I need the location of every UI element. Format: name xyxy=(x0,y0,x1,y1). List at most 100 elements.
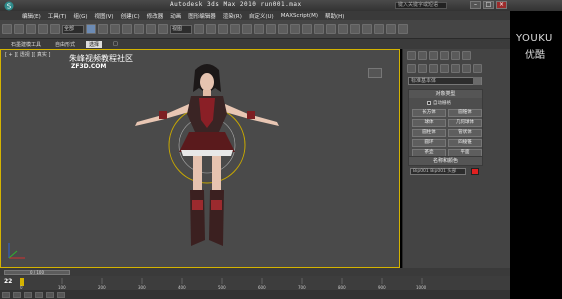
minimize-button[interactable]: – xyxy=(470,1,481,9)
selection-filter-dropdown[interactable]: 全部 xyxy=(62,24,84,34)
character-model[interactable] xyxy=(1,50,400,268)
rollout-title[interactable]: 名称和颜色 xyxy=(409,157,482,165)
auto-key-icon[interactable] xyxy=(35,291,43,298)
edit-named-selection-icon[interactable] xyxy=(278,24,288,34)
rectangle-selection-icon[interactable] xyxy=(110,24,120,34)
menu-view[interactable]: 视图(V) xyxy=(95,12,114,20)
track-bar[interactable] xyxy=(0,276,510,290)
ribbon-tabs: 石墨建模工具 自由形式 选择 □ xyxy=(0,39,510,49)
graphite-toggle-icon[interactable] xyxy=(326,24,336,34)
percent-snap-icon[interactable] xyxy=(254,24,264,34)
maxscript-listener-icon[interactable] xyxy=(2,291,10,298)
status-bar xyxy=(0,290,510,299)
menu-group[interactable]: 组(G) xyxy=(73,12,87,20)
material-editor-icon[interactable] xyxy=(362,24,372,34)
tab-graphite-modeling[interactable]: 石墨建模工具 xyxy=(8,41,44,48)
menu-animation[interactable]: 动画 xyxy=(170,12,181,20)
create-tab-icon[interactable] xyxy=(407,51,416,60)
window-title: Autodesk 3ds Max 2010 run001.max xyxy=(170,1,302,8)
redo-icon[interactable] xyxy=(14,24,24,34)
tab-freeform[interactable]: 自由形式 xyxy=(52,41,78,48)
select-object-icon[interactable] xyxy=(86,24,96,34)
utilities-tab-icon[interactable] xyxy=(462,51,471,60)
autogrid-checkbox[interactable] xyxy=(427,101,431,105)
object-color-swatch[interactable] xyxy=(471,168,479,175)
cameras-icon[interactable] xyxy=(440,64,449,73)
helpers-icon[interactable] xyxy=(451,64,460,73)
modify-tab-icon[interactable] xyxy=(418,51,427,60)
tube-button[interactable]: 管状体 xyxy=(448,129,482,137)
menu-edit[interactable]: 编辑(E) xyxy=(22,12,41,20)
spinner-snap-icon[interactable] xyxy=(266,24,276,34)
curve-editor-icon[interactable] xyxy=(338,24,348,34)
box-button[interactable]: 长方体 xyxy=(412,109,446,117)
tab-selection[interactable]: 选择 xyxy=(86,40,103,48)
menu-help[interactable]: 帮助(H) xyxy=(325,12,344,20)
window-crossing-icon[interactable] xyxy=(122,24,132,34)
systems-icon[interactable] xyxy=(473,64,482,73)
select-by-name-icon[interactable] xyxy=(98,24,108,34)
close-button[interactable]: × xyxy=(496,1,507,9)
cone-button[interactable]: 圆锥体 xyxy=(448,109,482,117)
current-frame: 22 xyxy=(4,278,13,285)
selection-lock-icon[interactable] xyxy=(13,291,21,298)
object-category-dropdown[interactable]: 标准基本体 xyxy=(408,77,482,85)
menu-create[interactable]: 创建(C) xyxy=(121,12,140,20)
render-production-icon[interactable] xyxy=(398,24,408,34)
youku-logo-text: YOUKU xyxy=(516,33,553,44)
link-icon[interactable] xyxy=(26,24,36,34)
layer-manager-icon[interactable] xyxy=(314,24,324,34)
menu-tools[interactable]: 工具(T) xyxy=(48,12,67,20)
cylinder-button[interactable]: 圆柱体 xyxy=(412,129,446,137)
main-toolbar: 全部 视图 xyxy=(0,20,510,39)
motion-tab-icon[interactable] xyxy=(440,51,449,60)
rollout-title[interactable]: 对象类型 xyxy=(409,90,482,98)
object-name-input[interactable]: Bip001 Bip001 头部 xyxy=(410,168,466,175)
rendered-frame-icon[interactable] xyxy=(386,24,396,34)
time-bar xyxy=(0,268,510,276)
app-logo-icon[interactable]: S xyxy=(0,0,18,11)
torus-button[interactable]: 圆环 xyxy=(412,139,446,147)
menu-maxscript[interactable]: MAXScript(M) xyxy=(281,13,318,19)
unlink-icon[interactable] xyxy=(38,24,48,34)
geometry-icon[interactable] xyxy=(407,64,416,73)
tab-ribbon-toggle[interactable]: □ xyxy=(110,41,121,47)
bind-spacewarp-icon[interactable] xyxy=(50,24,60,34)
hierarchy-tab-icon[interactable] xyxy=(429,51,438,60)
schematic-view-icon[interactable] xyxy=(350,24,360,34)
sphere-button[interactable]: 球体 xyxy=(412,119,446,127)
geosphere-button[interactable]: 几何球体 xyxy=(448,119,482,127)
absolute-mode-icon[interactable] xyxy=(24,291,32,298)
select-manipulate-icon[interactable] xyxy=(206,24,216,34)
move-icon[interactable] xyxy=(134,24,144,34)
space-warps-icon[interactable] xyxy=(462,64,471,73)
pyramid-button[interactable]: 四棱锥 xyxy=(448,139,482,147)
autogrid-row[interactable]: 自动栅格 xyxy=(427,100,482,106)
set-key-icon[interactable] xyxy=(46,291,54,298)
perspective-viewport[interactable]: [ + ][ 透视 ][ 真实 ] 朱峰视频教程社区 ZF3D.COM xyxy=(0,49,400,268)
align-icon[interactable] xyxy=(302,24,312,34)
time-slider[interactable]: 0 / 100 xyxy=(4,270,70,275)
undo-icon[interactable] xyxy=(2,24,12,34)
scale-icon[interactable] xyxy=(158,24,168,34)
chevron-down-icon[interactable] xyxy=(473,77,481,85)
menu-graph-editors[interactable]: 图形编辑器 xyxy=(188,12,216,20)
reference-coordinate-dropdown[interactable]: 视图 xyxy=(170,24,192,34)
lights-icon[interactable] xyxy=(429,64,438,73)
display-tab-icon[interactable] xyxy=(451,51,460,60)
rotate-icon[interactable] xyxy=(146,24,156,34)
snaps-toggle-icon[interactable] xyxy=(230,24,240,34)
mirror-icon[interactable] xyxy=(290,24,300,34)
shapes-icon[interactable] xyxy=(418,64,427,73)
menu-rendering[interactable]: 渲染(R) xyxy=(223,12,242,20)
menu-modifiers[interactable]: 修改器 xyxy=(147,12,164,20)
search-input[interactable]: 键入关键字或短语 xyxy=(395,2,447,9)
keyboard-shortcut-icon[interactable] xyxy=(218,24,228,34)
pivot-center-icon[interactable] xyxy=(194,24,204,34)
play-icon[interactable] xyxy=(57,291,65,298)
angle-snap-icon[interactable] xyxy=(242,24,252,34)
menu-customize[interactable]: 自定义(U) xyxy=(249,12,274,20)
render-setup-icon[interactable] xyxy=(374,24,384,34)
maximize-button[interactable]: □ xyxy=(483,1,494,9)
axis-tripod-icon xyxy=(8,243,25,259)
